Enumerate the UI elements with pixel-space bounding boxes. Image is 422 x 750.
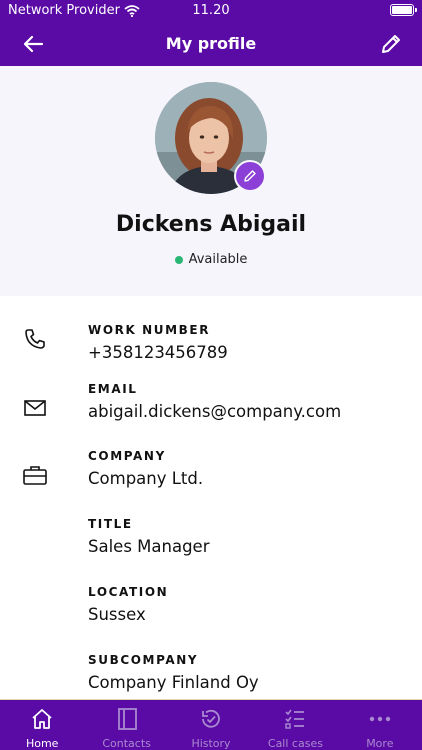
history-check-icon xyxy=(202,709,220,728)
title-label: TITLE xyxy=(88,517,133,531)
title-value: Sales Manager xyxy=(88,537,210,556)
page-title: My profile xyxy=(165,34,257,53)
mail-icon xyxy=(20,393,50,423)
status-bar: Network Provider 11.20 xyxy=(0,0,422,22)
profile-header: Dickens Abigail Available xyxy=(0,66,422,296)
profile-details: WORK NUMBER +358123456789 EMAIL abigail.… xyxy=(0,296,422,699)
tab-home[interactable]: Home xyxy=(0,700,84,750)
availability-status[interactable]: Available xyxy=(0,252,422,267)
call-cases-icon xyxy=(285,709,305,729)
avatar-edit-button[interactable] xyxy=(234,160,266,192)
field-location: LOCATION Sussex xyxy=(88,585,168,624)
company-value: Company Ltd. xyxy=(88,469,204,488)
phone-icon xyxy=(20,324,50,354)
tab-bar: Home Contacts History Call cases More xyxy=(0,699,422,750)
work-number-label: WORK NUMBER xyxy=(88,323,211,337)
tab-call-cases[interactable]: Call cases xyxy=(253,700,337,750)
field-work-number: WORK NUMBER +358123456789 xyxy=(88,323,228,362)
subcompany-value: Company Finland Oy xyxy=(88,673,259,692)
tab-contacts-label: Contacts xyxy=(102,737,151,750)
location-label: LOCATION xyxy=(88,585,169,599)
status-dot-icon xyxy=(174,255,183,264)
profile-name: Dickens Abigail xyxy=(115,212,307,237)
tab-history-label: History xyxy=(191,737,231,750)
tab-history[interactable]: History xyxy=(169,700,253,750)
contacts-book-icon xyxy=(117,708,137,730)
pencil-icon xyxy=(382,35,400,53)
briefcase-icon xyxy=(20,460,50,490)
tab-more[interactable]: More xyxy=(338,700,422,750)
company-label: COMPANY xyxy=(88,449,166,463)
nav-bar: My profile xyxy=(0,22,422,66)
more-dots-icon xyxy=(369,716,391,722)
email-label: EMAIL xyxy=(88,382,138,396)
subcompany-label: SUBCOMPANY xyxy=(88,653,199,667)
home-icon xyxy=(32,709,52,729)
tab-call-cases-label: Call cases xyxy=(267,737,323,750)
field-subcompany: SUBCOMPANY Company Finland Oy xyxy=(88,653,259,692)
tab-contacts[interactable]: Contacts xyxy=(84,700,168,750)
clock: 11.20 xyxy=(192,3,230,18)
status-label: Available xyxy=(188,252,248,267)
pencil-icon xyxy=(244,170,256,182)
location-value: Sussex xyxy=(88,605,146,624)
battery-icon xyxy=(390,4,417,16)
work-number-value[interactable]: +358123456789 xyxy=(88,343,228,362)
field-title: TITLE Sales Manager xyxy=(88,517,210,556)
tab-home-label: Home xyxy=(25,737,59,750)
field-company: COMPANY Company Ltd. xyxy=(88,449,203,488)
email-value[interactable]: abigail.dickens@company.com xyxy=(88,402,341,421)
field-email: EMAIL abigail.dickens@company.com xyxy=(88,382,341,421)
tab-more-label: More xyxy=(366,737,394,750)
edit-profile-button[interactable] xyxy=(376,30,406,58)
